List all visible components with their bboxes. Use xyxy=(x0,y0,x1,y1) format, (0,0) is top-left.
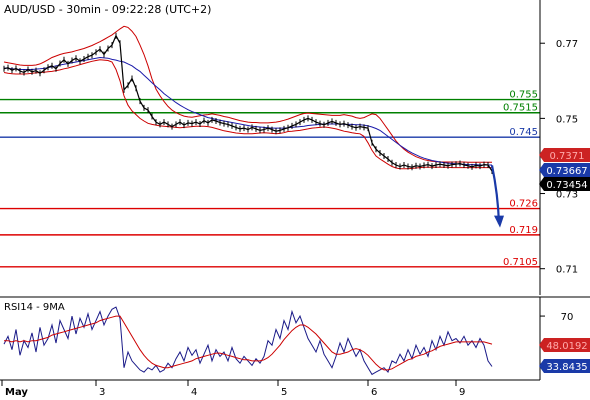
price-y-tick-label: 0.75 xyxy=(556,114,578,125)
level-label-0: 0.755 xyxy=(509,90,538,101)
rsi-tag-0: 48.0192 xyxy=(546,341,587,352)
chart-canvas: 0.7550.75150.7450.7260.7190.7105 0.770.7… xyxy=(0,0,590,400)
level-label-1: 0.7515 xyxy=(503,103,538,114)
x-tick-label: 9 xyxy=(459,387,465,398)
price-y-tick-label: 0.77 xyxy=(556,39,578,50)
level-label-5: 0.7105 xyxy=(503,257,538,268)
x-tick-label: 4 xyxy=(191,387,197,398)
price-tag-0: 0.7371 xyxy=(550,151,585,162)
level-label-2: 0.745 xyxy=(509,127,538,138)
rsi-y-tick-label: 70 xyxy=(561,312,574,323)
level-label-3: 0.726 xyxy=(509,199,538,210)
x-tick-label: May xyxy=(5,387,28,398)
rsi-tag-1: 33.8435 xyxy=(546,362,587,373)
price-tag-1: 0.73667 xyxy=(546,166,587,177)
x-tick-label: 5 xyxy=(281,387,287,398)
x-tick-label: 6 xyxy=(371,387,377,398)
rsi-title: RSI14 - 9MA xyxy=(4,302,65,313)
chart-title: AUD/USD - 30min - 09:22:28 (UTC+2) xyxy=(4,3,211,16)
price-y-tick-label: 0.73 xyxy=(556,190,578,201)
price-y-tick-label: 0.71 xyxy=(556,265,578,276)
price-tag-2: 0.73454 xyxy=(546,180,587,191)
price-tags: 0.7371 0.73667 0.73454 xyxy=(539,148,590,191)
level-label-4: 0.719 xyxy=(509,225,538,236)
x-tick-label: 3 xyxy=(99,387,105,398)
